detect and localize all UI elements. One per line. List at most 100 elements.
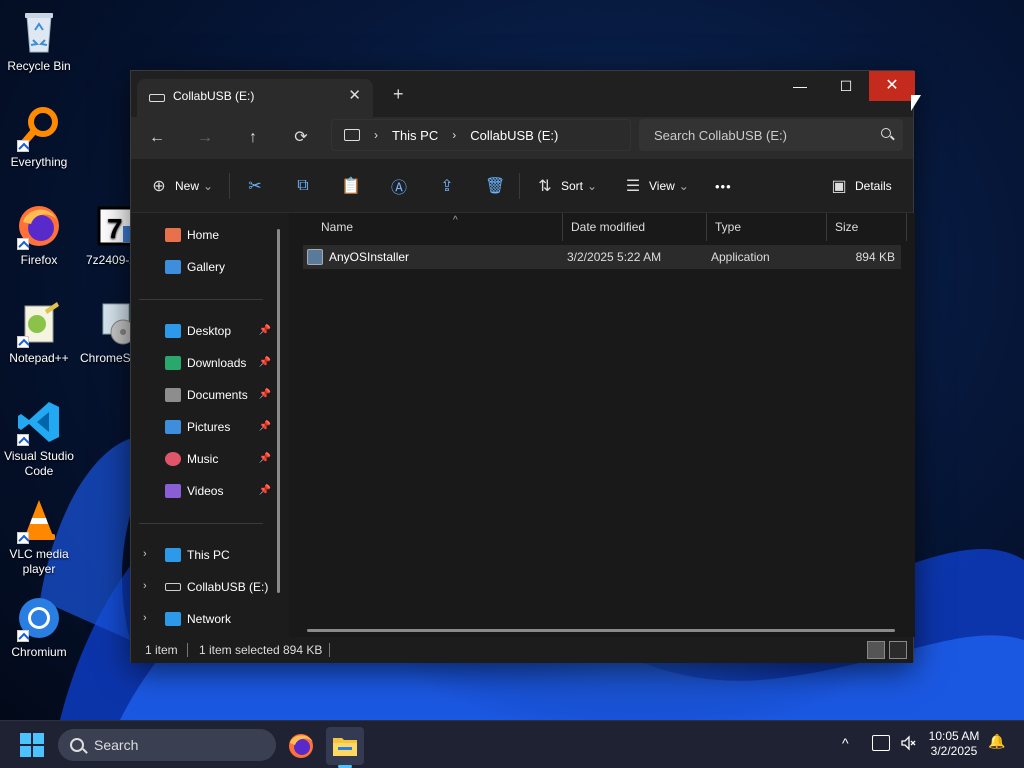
chevron-right-icon: › [374, 128, 378, 142]
sidebar-item-network[interactable]: › Network [131, 605, 281, 633]
sidebar-item-this-pc[interactable]: › This PC [131, 541, 281, 569]
copy-button[interactable]: ⧉ [293, 174, 313, 198]
desktop-icon-chromium[interactable]: Chromium [0, 594, 78, 660]
pin-icon: 📌 [258, 325, 271, 336]
search-placeholder: Search CollabUSB (E:) [654, 127, 787, 143]
maximize-button[interactable]: ☐ [823, 71, 869, 101]
rename-icon: Ⓐ [390, 180, 407, 197]
column-header-date-modified[interactable]: Date modified [563, 213, 707, 241]
desktop-icon-vlc[interactable]: VLC media player [0, 496, 78, 577]
desktop-icon-notepadpp[interactable]: Notepad++ [0, 300, 78, 366]
column-header-name[interactable]: Name ^ [313, 213, 563, 241]
status-selected: 1 item selected [199, 643, 280, 657]
horizontal-scrollbar[interactable] [307, 629, 895, 632]
desktop-icon-recycle-bin[interactable]: Recycle Bin [0, 8, 78, 74]
share-icon: ⇪ [440, 178, 454, 195]
details-button[interactable]: ▣ Details [829, 174, 892, 198]
system-clock[interactable]: 10:05 AM 3/2/2025 [916, 729, 992, 759]
cut-button[interactable]: ✂ [245, 174, 265, 198]
windows-logo-icon [20, 746, 31, 757]
view-button[interactable]: ☰ View ⌄ [623, 174, 689, 198]
sort-icon: ⇅ [538, 178, 552, 195]
sidebar-item-desktop[interactable]: Desktop 📌 [131, 317, 281, 345]
sort-label: Sort [561, 179, 584, 193]
firefox-icon [289, 734, 313, 758]
sidebar-item-collabusb[interactable]: › CollabUSB (E:) [131, 573, 281, 601]
column-header-label: Name [321, 220, 354, 234]
taskbar: Search ^ 10:05 AM 3/2/2025 🔔 [0, 720, 1024, 768]
taskbar-file-explorer[interactable] [326, 727, 364, 768]
share-button[interactable]: ⇪ [437, 174, 457, 198]
clock-date: 3/2/2025 [930, 744, 978, 758]
pictures-icon [165, 420, 181, 434]
expand-chevron-icon[interactable]: › [143, 612, 147, 624]
this-pc-icon [344, 129, 360, 141]
search-input[interactable]: Search CollabUSB (E:) [639, 119, 903, 151]
sort-button[interactable]: ⇅ Sort ⌄ [535, 174, 597, 198]
sidebar-item-music[interactable]: Music 📌 [131, 445, 281, 473]
chevron-down-icon: ⌄ [587, 179, 598, 193]
forward-button[interactable]: → [189, 125, 221, 151]
new-tab-button[interactable]: + [393, 84, 404, 105]
sidebar-item-videos[interactable]: Videos 📌 [131, 477, 281, 505]
start-button[interactable] [20, 733, 44, 757]
rename-button[interactable]: Ⓐ [389, 174, 409, 198]
svg-text:7: 7 [107, 213, 123, 244]
status-selected-size: 894 KB [283, 643, 323, 657]
windows-logo-icon [20, 733, 31, 744]
network-status-icon[interactable] [872, 735, 890, 751]
taskbar-firefox[interactable] [282, 727, 320, 765]
notification-bell-icon[interactable]: 🔔 [988, 733, 1005, 750]
breadcrumb-collabusb[interactable]: CollabUSB (E:) [470, 128, 558, 143]
details-label: Details [855, 179, 892, 193]
more-options-button[interactable]: ••• [715, 174, 732, 198]
large-icons-view-icon[interactable] [889, 641, 907, 659]
paste-button[interactable]: 📋 [341, 174, 361, 198]
navigation-bar: ← → ↑ ⟳ › This PC › CollabUSB (E:) Searc… [131, 117, 913, 159]
new-button[interactable]: ⊕ New ⌄ [149, 174, 213, 198]
tab-close-button[interactable]: ✕ [348, 86, 361, 104]
delete-button[interactable]: 🗑 [485, 174, 505, 198]
desktop-icon-firefox[interactable]: Firefox [0, 202, 78, 268]
tab-collabusb[interactable]: CollabUSB (E:) ✕ [137, 79, 373, 117]
sidebar-item-gallery[interactable]: Gallery [131, 253, 281, 281]
volume-muted-icon[interactable] [900, 735, 916, 751]
expand-chevron-icon[interactable]: › [143, 580, 147, 592]
sidebar-item-label: This PC [187, 548, 230, 562]
desktop-icon-everything[interactable]: Everything [0, 104, 78, 170]
folder-icon [333, 738, 357, 756]
sidebar-item-downloads[interactable]: Downloads 📌 [131, 349, 281, 377]
taskbar-search[interactable]: Search [58, 729, 276, 761]
close-window-button[interactable]: ✕ [869, 71, 915, 101]
up-button[interactable]: ↑ [237, 125, 269, 151]
column-header-size[interactable]: Size [827, 213, 907, 241]
column-header-type[interactable]: Type [707, 213, 827, 241]
clock-time: 10:05 AM [928, 729, 980, 743]
desktop-icon-vscode[interactable]: Visual Studio Code [0, 398, 78, 479]
desktop-icon-label: Recycle Bin [7, 59, 71, 73]
details-view-icon[interactable] [867, 641, 885, 659]
breadcrumb-this-pc[interactable]: This PC [392, 128, 438, 143]
address-bar[interactable]: › This PC › CollabUSB (E:) [331, 119, 631, 151]
title-bar[interactable]: CollabUSB (E:) ✕ + — ☐ ✕ [131, 71, 915, 117]
minimize-button[interactable]: — [777, 71, 823, 101]
sidebar-scrollbar[interactable] [277, 229, 280, 593]
refresh-button[interactable]: ⟳ [285, 125, 317, 151]
scissors-icon: ✂ [248, 178, 262, 195]
view-label: View [649, 179, 675, 193]
sidebar-item-documents[interactable]: Documents 📌 [131, 381, 281, 409]
sidebar-item-label: Videos [187, 484, 224, 498]
sidebar-item-label: Gallery [187, 260, 226, 274]
sidebar-item-label: CollabUSB (E:) [187, 580, 269, 594]
pin-icon: 📌 [258, 389, 271, 400]
back-button[interactable]: ← [141, 125, 173, 151]
tray-overflow-chevron-icon[interactable]: ^ [842, 735, 849, 751]
sidebar-item-home[interactable]: Home [131, 221, 281, 249]
chevron-down-icon: ⌄ [203, 179, 214, 193]
expand-chevron-icon[interactable]: › [143, 548, 147, 560]
desktop-icon-label: Visual Studio Code [4, 449, 74, 478]
sidebar-item-pictures[interactable]: Pictures 📌 [131, 413, 281, 441]
table-row[interactable]: AnyOSInstaller 3/2/2025 5:22 AM Applicat… [303, 245, 901, 269]
windows-logo-icon [33, 733, 44, 744]
desktop-folder-icon [165, 324, 181, 338]
